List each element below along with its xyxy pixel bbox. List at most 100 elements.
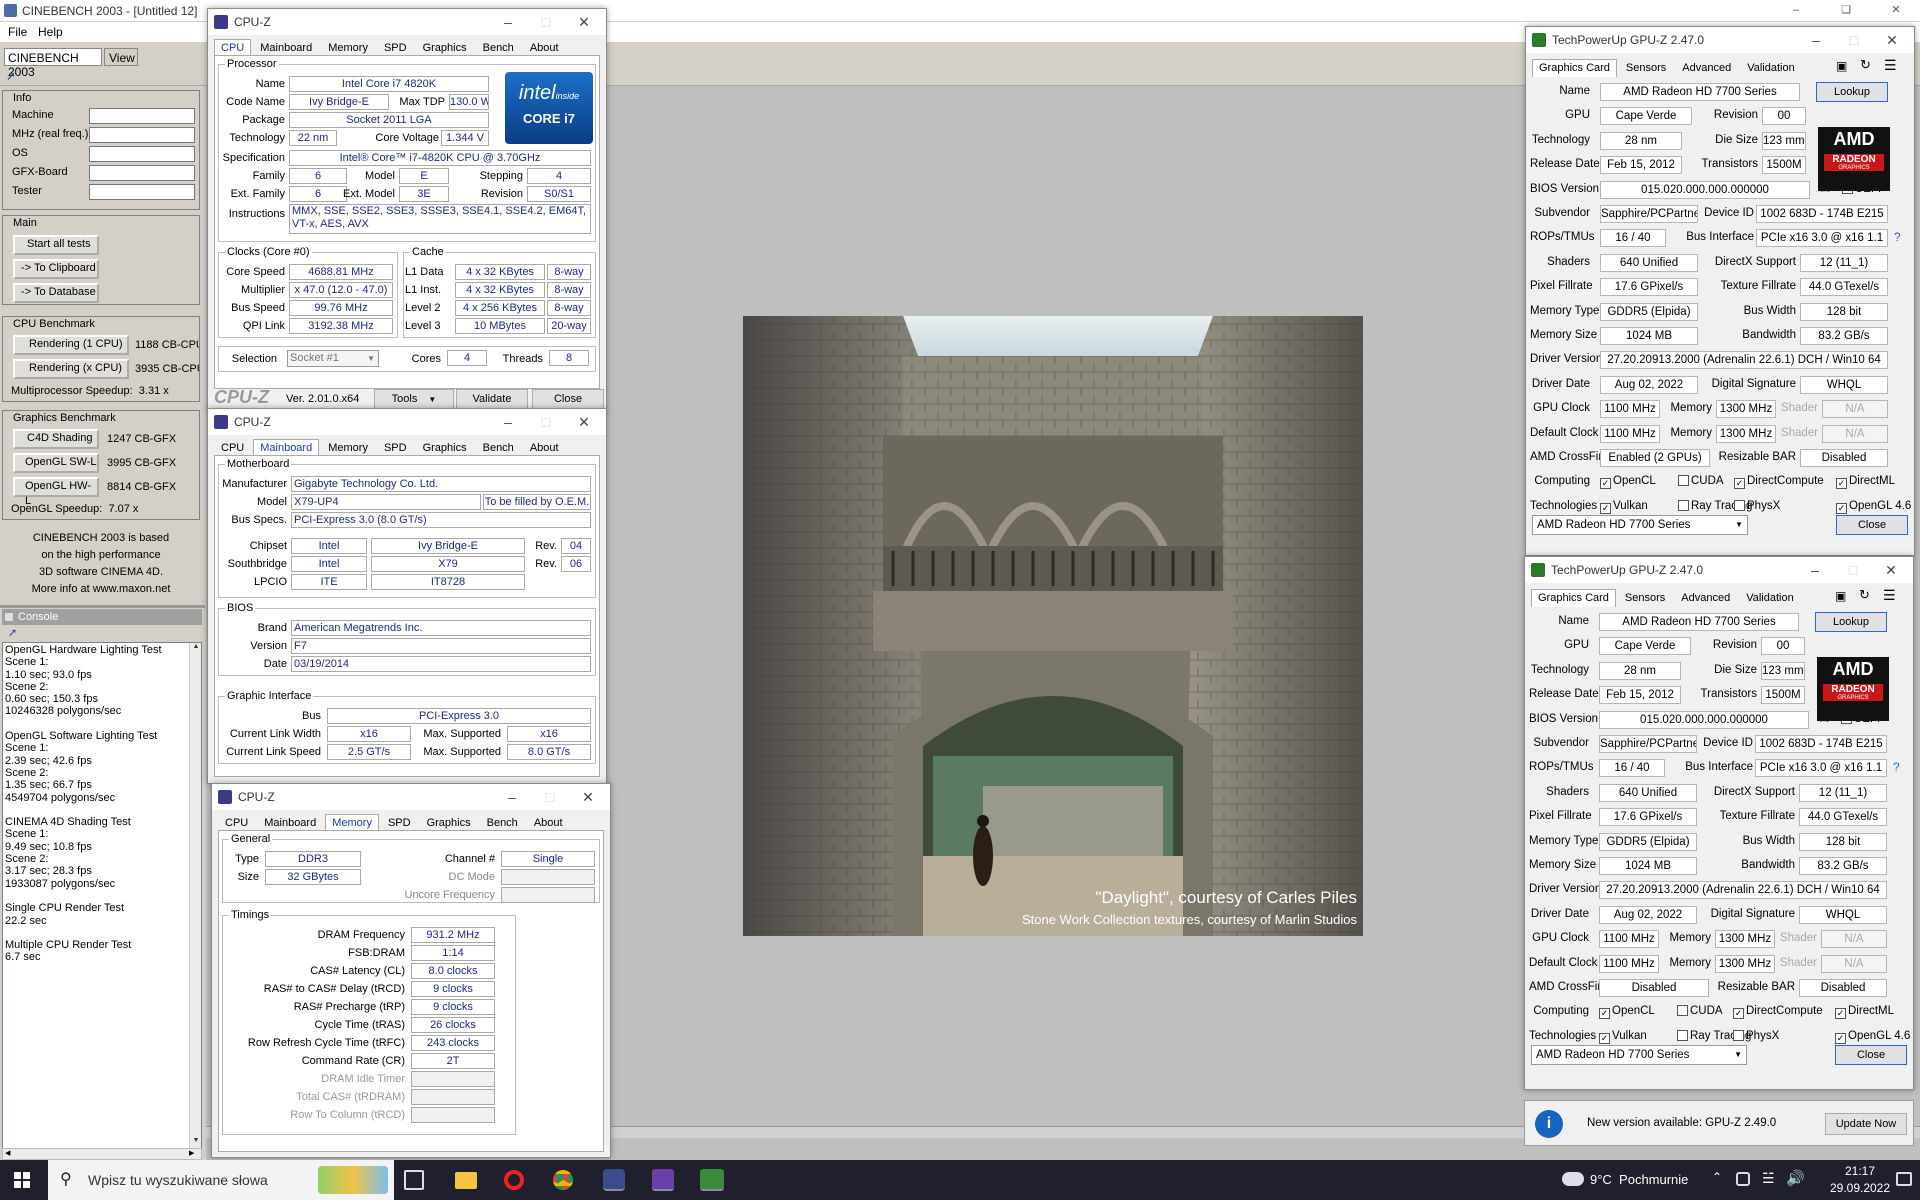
file-explorer-icon[interactable] bbox=[455, 1172, 477, 1189]
computing-checkbox[interactable]: ✓ DirectML bbox=[1836, 475, 1895, 490]
tab-advanced[interactable]: Advanced bbox=[1674, 589, 1737, 607]
tab-sensors[interactable]: Sensors bbox=[1619, 59, 1673, 77]
tab-graphics-card[interactable]: Graphics Card bbox=[1531, 589, 1616, 607]
minimize-icon[interactable]: – bbox=[1776, 0, 1816, 22]
tester-input[interactable] bbox=[89, 184, 195, 200]
clock-date[interactable]: 29.09.2022 bbox=[1822, 1181, 1898, 1195]
tab-sensors[interactable]: Sensors bbox=[1618, 589, 1672, 607]
opengl-swl-button[interactable]: OpenGL SW-L bbox=[13, 453, 99, 473]
minimize-icon[interactable]: – bbox=[1796, 27, 1836, 53]
task-view-icon[interactable] bbox=[404, 1170, 424, 1190]
help-icon[interactable]: ? bbox=[1894, 230, 1901, 244]
app-icon-cinebench[interactable] bbox=[603, 1169, 625, 1191]
tab-cinebench[interactable]: CINEBENCH 2003 bbox=[4, 48, 102, 79]
close-icon[interactable]: ✕ bbox=[564, 9, 604, 35]
console-hscroll[interactable]: ◀ ▶ bbox=[2, 1148, 202, 1160]
minimize-icon[interactable]: – bbox=[488, 9, 528, 35]
refresh-icon[interactable]: ↻ bbox=[1860, 57, 1871, 73]
lookup-button[interactable]: Lookup bbox=[1815, 612, 1887, 632]
tab-advanced[interactable]: Advanced bbox=[1675, 59, 1738, 77]
validate-button[interactable]: Validate bbox=[456, 389, 528, 409]
close-button[interactable]: Close bbox=[532, 389, 604, 409]
tray-chevron-icon[interactable]: ⌃ bbox=[1712, 1170, 1722, 1184]
volume-icon[interactable]: 🔊 bbox=[1786, 1169, 1805, 1187]
machine-input[interactable] bbox=[89, 108, 195, 124]
splitter[interactable] bbox=[0, 605, 205, 608]
tray-app-icon[interactable] bbox=[1736, 1172, 1750, 1186]
tab-validation[interactable]: Validation bbox=[1740, 59, 1802, 77]
console-line: Scene 1: bbox=[5, 656, 49, 669]
camera-icon[interactable]: ▣ bbox=[1835, 589, 1846, 603]
console-pin-icon[interactable]: ➚ bbox=[8, 626, 17, 639]
update-now-button[interactable]: Update Now bbox=[1825, 1113, 1907, 1135]
computing-checkbox[interactable]: CUDA bbox=[1677, 1005, 1723, 1017]
timing-value: 2T bbox=[411, 1053, 495, 1069]
app-icon-gpuz[interactable] bbox=[700, 1169, 724, 1191]
computing-checkbox[interactable]: ✓ OpenCL bbox=[1599, 1005, 1655, 1020]
scroll-left-arrow-icon[interactable]: ◀ bbox=[5, 1149, 10, 1157]
opera-icon[interactable] bbox=[504, 1170, 524, 1190]
help-icon[interactable]: ? bbox=[1893, 760, 1900, 774]
device-select[interactable]: AMD Radeon HD 7700 Series ▼ bbox=[1532, 515, 1748, 535]
menu-file[interactable]: File bbox=[8, 25, 27, 39]
opengl-hwl-button[interactable]: OpenGL HW-L bbox=[13, 477, 99, 507]
gfx-input[interactable] bbox=[89, 165, 195, 181]
console-scrollbar[interactable]: ▲ ▼ bbox=[189, 643, 201, 1149]
computing-checkbox[interactable]: ✓ DirectCompute bbox=[1734, 475, 1824, 490]
minimize-icon[interactable]: – bbox=[1795, 557, 1835, 583]
windows-start-icon[interactable] bbox=[14, 1172, 30, 1188]
hamburger-menu-icon[interactable]: ☰ bbox=[1883, 587, 1896, 604]
technologies-checkbox[interactable]: ✓ OpenGL 4.6 bbox=[1835, 1030, 1910, 1044]
mhz-input[interactable] bbox=[89, 127, 195, 143]
close-icon[interactable]: ✕ bbox=[1872, 27, 1912, 53]
tab-view[interactable]: View bbox=[104, 48, 138, 66]
lookup-button[interactable]: Lookup bbox=[1816, 82, 1888, 102]
tab-graphics-card[interactable]: Graphics Card bbox=[1532, 59, 1617, 77]
render-1cpu-button[interactable]: Rendering (1 CPU) bbox=[13, 335, 129, 355]
computing-checkbox[interactable]: ✓ DirectML bbox=[1835, 1005, 1894, 1020]
notification-center-icon[interactable] bbox=[1896, 1172, 1912, 1186]
network-icon[interactable]: ☱ bbox=[1762, 1170, 1775, 1187]
close-icon[interactable]: ✕ bbox=[1876, 0, 1916, 22]
to-database-button[interactable]: -> To Database bbox=[13, 283, 99, 303]
taskbar-search[interactable]: ⚲ Wpisz tu wyszukiwane słowa bbox=[48, 1160, 394, 1200]
technologies-checkbox[interactable]: PhysX bbox=[1733, 1029, 1779, 1042]
tools-button[interactable]: Tools ▼ bbox=[374, 389, 454, 409]
chrome-icon[interactable] bbox=[553, 1170, 573, 1190]
scroll-right-arrow-icon[interactable]: ▶ bbox=[189, 1149, 194, 1157]
close-icon[interactable]: ✕ bbox=[564, 409, 604, 435]
tab-validation[interactable]: Validation bbox=[1739, 589, 1801, 607]
device-select[interactable]: AMD Radeon HD 7700 Series ▼ bbox=[1531, 1045, 1747, 1065]
socket-select[interactable]: Socket #1 ▼ bbox=[287, 350, 379, 367]
refresh-icon[interactable]: ↻ bbox=[1859, 587, 1870, 603]
computing-checkbox[interactable]: ✓ OpenCL bbox=[1600, 475, 1656, 490]
restore-icon[interactable]: ❏ bbox=[1826, 0, 1866, 22]
clock-time[interactable]: 21:17 bbox=[1830, 1164, 1890, 1178]
checkbox-icon: ✓ bbox=[1835, 1032, 1846, 1044]
app-icon-cpuz[interactable] bbox=[652, 1169, 674, 1191]
scroll-up-arrow-icon[interactable]: ▲ bbox=[190, 643, 201, 655]
os-input[interactable] bbox=[89, 146, 195, 162]
gpuz-close-button[interactable]: Close bbox=[1835, 1045, 1907, 1065]
c4d-shading-button[interactable]: C4D Shading bbox=[13, 429, 99, 449]
weather-text[interactable]: 9°C Pochmurnie bbox=[1590, 1172, 1688, 1187]
close-icon[interactable]: ✕ bbox=[568, 784, 608, 810]
minimize-icon[interactable]: – bbox=[492, 784, 532, 810]
computing-checkbox[interactable]: CUDA bbox=[1678, 475, 1724, 487]
menu-help[interactable]: Help bbox=[38, 25, 63, 39]
pin-icon[interactable]: ➚ bbox=[6, 69, 16, 83]
label-uncore: Uncore Frequency bbox=[404, 889, 496, 901]
technologies-checkbox[interactable]: ✓ Vulkan bbox=[1599, 1030, 1647, 1044]
gpuz-close-button[interactable]: Close bbox=[1836, 515, 1908, 535]
camera-icon[interactable]: ▣ bbox=[1836, 59, 1847, 73]
hamburger-menu-icon[interactable]: ☰ bbox=[1884, 57, 1897, 74]
technologies-checkbox[interactable]: ✓ Vulkan bbox=[1600, 500, 1648, 514]
start-all-tests-button[interactable]: Start all tests bbox=[13, 235, 99, 255]
technologies-checkbox[interactable]: ✓ OpenGL 4.6 bbox=[1836, 500, 1911, 514]
to-clipboard-button[interactable]: -> To Clipboard bbox=[13, 259, 99, 279]
close-icon[interactable]: ✕ bbox=[1871, 557, 1911, 583]
technologies-checkbox[interactable]: PhysX bbox=[1734, 499, 1780, 512]
computing-checkbox[interactable]: ✓ DirectCompute bbox=[1733, 1005, 1823, 1020]
render-xcpu-button[interactable]: Rendering (x CPU) bbox=[13, 359, 129, 379]
minimize-icon[interactable]: – bbox=[488, 409, 528, 435]
